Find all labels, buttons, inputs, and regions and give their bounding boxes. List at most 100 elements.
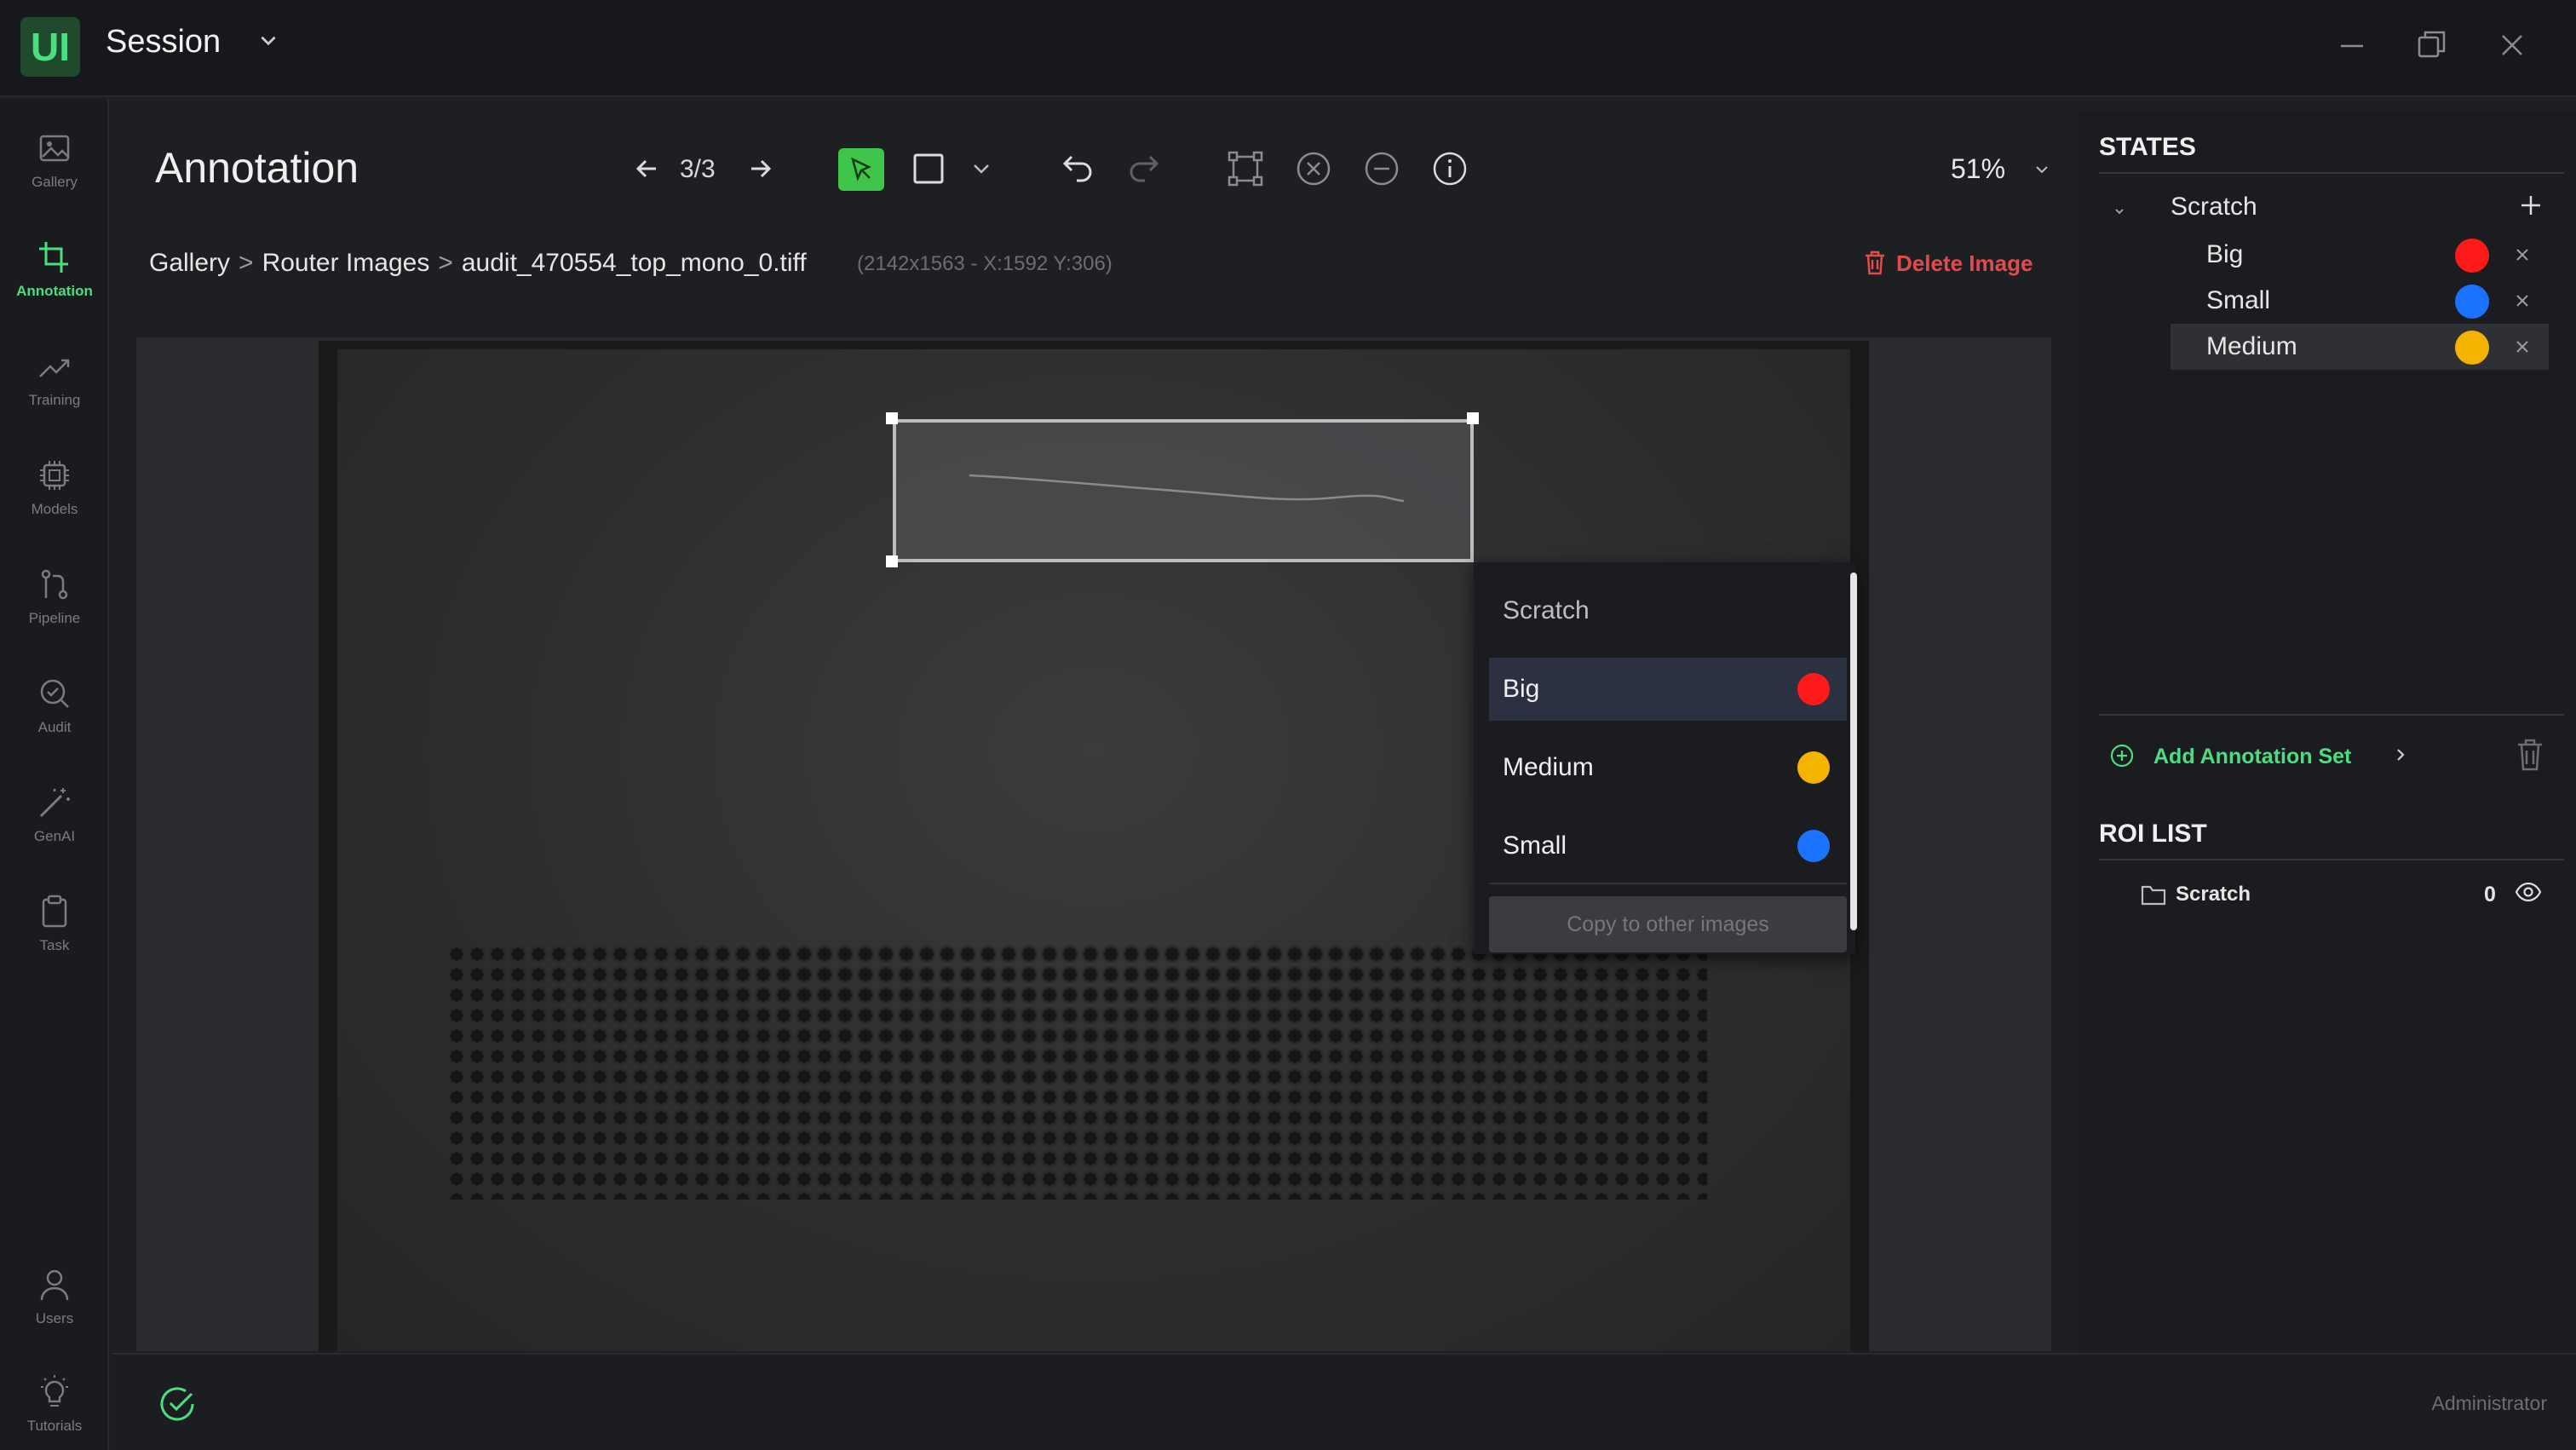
close-icon[interactable] bbox=[2511, 336, 2533, 358]
color-dot[interactable] bbox=[2455, 285, 2489, 319]
breadcrumb: Gallery > Router Images > audit_470554_top_m… bbox=[149, 249, 807, 278]
color-dot[interactable] bbox=[2455, 331, 2489, 365]
minimize-icon[interactable] bbox=[2331, 24, 2373, 66]
nav-item-annotation[interactable]: Annotation bbox=[0, 223, 109, 317]
right-panel: STATES Scratch Big Small Medium Add Anno… bbox=[2079, 111, 2576, 1351]
close-window-icon[interactable] bbox=[2491, 24, 2533, 66]
bounding-box-icon[interactable] bbox=[1222, 145, 1269, 193]
add-annotation-set-label: Add Annotation Set bbox=[2153, 745, 2352, 768]
option-label: Medium bbox=[1503, 753, 1594, 781]
chevron-down-icon[interactable] bbox=[257, 29, 279, 51]
undo-icon[interactable] bbox=[1053, 145, 1101, 193]
audit-icon bbox=[40, 679, 69, 708]
state-label: Small bbox=[2206, 286, 2271, 314]
remove-circle-icon[interactable] bbox=[1358, 145, 1406, 193]
pipeline-icon bbox=[41, 569, 68, 600]
chevron-down-icon[interactable] bbox=[2033, 160, 2051, 179]
user-icon bbox=[40, 1269, 69, 1301]
clipboard-icon bbox=[42, 895, 67, 928]
nav-item-genai[interactable]: GenAI bbox=[0, 768, 109, 862]
popup-scrollbar[interactable] bbox=[1850, 573, 1857, 930]
state-item-big[interactable]: Big bbox=[2171, 232, 2549, 278]
breadcrumb-separator: > bbox=[438, 249, 453, 277]
state-label: Big bbox=[2206, 240, 2244, 268]
page-counter: 3/3 bbox=[680, 155, 716, 183]
state-selector-popup: Scratch Big Medium Small Copy to other i… bbox=[1474, 562, 1855, 954]
copy-to-other-images-button[interactable]: Copy to other images bbox=[1489, 896, 1847, 952]
resize-handle[interactable] bbox=[886, 412, 898, 424]
option-label: Small bbox=[1503, 831, 1567, 860]
zoom-level[interactable]: 51% bbox=[1951, 153, 2005, 185]
eye-icon[interactable] bbox=[2515, 881, 2542, 903]
image-icon bbox=[39, 135, 70, 162]
title-bar: UI Session bbox=[0, 0, 2576, 97]
info-icon[interactable] bbox=[1426, 145, 1474, 193]
chevron-down-icon[interactable] bbox=[957, 145, 1005, 193]
nav-item-task[interactable]: Task bbox=[0, 877, 109, 971]
color-dot bbox=[1797, 751, 1830, 784]
vent-pattern bbox=[446, 944, 1707, 1200]
app-logo: UI bbox=[20, 17, 80, 77]
arrow-left-icon[interactable] bbox=[624, 145, 671, 193]
state-item-medium[interactable]: Medium bbox=[2171, 324, 2549, 370]
state-item-small[interactable]: Small bbox=[2171, 278, 2549, 324]
state-label: Medium bbox=[2206, 332, 2297, 360]
popup-option-small[interactable]: Small bbox=[1489, 814, 1847, 877]
chevron-down-icon[interactable] bbox=[2111, 203, 2128, 220]
nav-item-tutorials[interactable]: Tutorials bbox=[0, 1358, 109, 1450]
left-nav: Gallery Annotation Training Models Pipel… bbox=[0, 99, 109, 1450]
divider bbox=[1489, 883, 1847, 884]
page-title: Annotation bbox=[155, 144, 359, 192]
check-circle-icon bbox=[160, 1387, 194, 1421]
divider bbox=[2099, 859, 2564, 860]
select-tool-button[interactable] bbox=[838, 148, 884, 191]
popup-option-big[interactable]: Big bbox=[1489, 658, 1847, 721]
session-title[interactable]: Session bbox=[106, 24, 221, 60]
popup-title: Scratch bbox=[1503, 596, 1590, 624]
breadcrumb-gallery[interactable]: Gallery bbox=[149, 249, 230, 277]
clear-circle-icon[interactable] bbox=[1290, 145, 1337, 193]
chip-icon bbox=[40, 461, 69, 490]
redo-icon[interactable] bbox=[1121, 145, 1169, 193]
folder-icon bbox=[2141, 885, 2166, 906]
restore-icon[interactable] bbox=[2411, 24, 2453, 66]
bulb-icon bbox=[41, 1375, 68, 1407]
roi-item-label[interactable]: Scratch bbox=[2176, 883, 2251, 906]
color-dot[interactable] bbox=[2455, 239, 2489, 273]
wand-icon bbox=[39, 788, 70, 818]
nav-label: Users bbox=[35, 1310, 74, 1326]
nav-item-users[interactable]: Users bbox=[0, 1251, 109, 1344]
rectangle-tool-icon[interactable] bbox=[905, 145, 952, 193]
nav-item-pipeline[interactable]: Pipeline bbox=[0, 550, 109, 644]
breadcrumb-folder[interactable]: Router Images bbox=[262, 249, 430, 277]
resize-handle[interactable] bbox=[1467, 412, 1479, 424]
nav-item-models[interactable]: Models bbox=[0, 441, 109, 535]
state-group-label[interactable]: Scratch bbox=[2171, 193, 2257, 222]
trash-icon bbox=[1866, 250, 1884, 275]
trash-icon[interactable] bbox=[2513, 736, 2547, 774]
divider bbox=[2099, 714, 2564, 716]
arrow-right-icon[interactable] bbox=[736, 145, 784, 193]
delete-image-label: Delete Image bbox=[1896, 250, 2033, 276]
resize-handle[interactable] bbox=[886, 555, 898, 567]
nav-item-training[interactable]: Training bbox=[0, 332, 109, 426]
cursor-icon bbox=[851, 157, 871, 181]
chevron-right-icon[interactable] bbox=[2390, 743, 2411, 767]
nav-label: Pipeline bbox=[28, 610, 81, 626]
nav-item-audit[interactable]: Audit bbox=[0, 659, 109, 753]
color-dot bbox=[1797, 830, 1830, 862]
nav-label: Task bbox=[39, 937, 70, 953]
roi-item-count: 0 bbox=[2484, 883, 2496, 906]
breadcrumb-separator: > bbox=[239, 249, 254, 277]
nav-label: Annotation bbox=[16, 283, 93, 299]
user-role: Administrator bbox=[2431, 1392, 2547, 1414]
close-icon[interactable] bbox=[2511, 244, 2533, 266]
close-icon[interactable] bbox=[2511, 290, 2533, 312]
nav-label: Tutorials bbox=[26, 1418, 83, 1434]
option-label: Big bbox=[1503, 675, 1540, 703]
plus-icon[interactable] bbox=[2516, 191, 2545, 220]
popup-option-medium[interactable]: Medium bbox=[1489, 736, 1847, 799]
nav-item-gallery[interactable]: Gallery bbox=[0, 114, 109, 208]
nav-label: Gallery bbox=[32, 174, 78, 190]
image-meta: (2142x1563 - X:1592 Y:306) bbox=[857, 252, 1113, 275]
